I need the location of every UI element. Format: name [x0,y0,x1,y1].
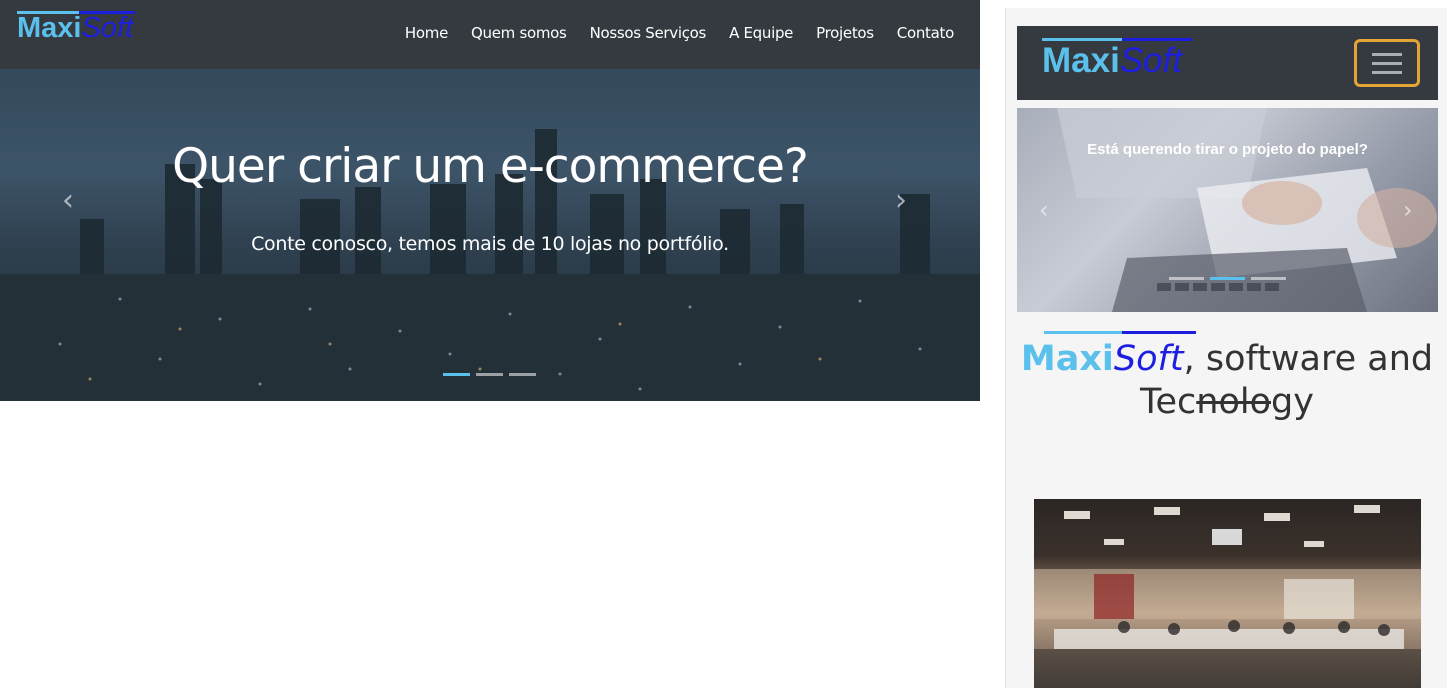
nav-menu: Home Quem somos Nossos Serviços A Equipe… [405,24,954,42]
carousel-indicator-1[interactable] [1169,277,1204,280]
tagline-rest-line2c: gy [1271,382,1314,422]
navbar: Maxi Soft Home Quem somos Nossos Serviço… [0,0,980,69]
nav-link-servicos[interactable]: Nossos Serviços [590,24,707,42]
hamburger-line [1372,61,1402,65]
tagline-rest-line2b: nolo [1196,382,1271,422]
brand-logo[interactable]: Maxi Soft [17,11,135,45]
nav-link-contato[interactable]: Contato [897,24,955,42]
mobile-carousel-prev-icon[interactable]: ‹ [1039,196,1049,224]
logo-soft-text: Soft [1119,41,1183,80]
carousel-indicator-2[interactable] [476,373,503,376]
logo-maxi-text: Maxi [1042,41,1120,80]
carousel-indicators [443,373,536,376]
hamburger-line [1372,70,1402,74]
mobile-hero-carousel: Está querendo tirar o projeto do papel? … [1017,108,1438,312]
carousel-indicator-3[interactable] [509,373,536,376]
nav-link-equipe[interactable]: A Equipe [729,24,793,42]
logo-soft-text: Soft [81,12,134,44]
mobile-brand-logo[interactable]: Maxi Soft [1042,38,1192,81]
office-photo [1034,499,1421,688]
tagline-bar-cyan [1044,331,1122,334]
carousel-prev-icon[interactable]: ‹ [62,183,74,218]
carousel-next-icon[interactable]: › [895,183,907,218]
nav-link-home[interactable]: Home [405,24,448,42]
hero-subtitle: Conte conosco, temos mais de 10 lojas no… [251,233,729,255]
logo-bar-blue [79,11,135,14]
tagline-rest-line2a: Tec [1140,382,1197,422]
mobile-carousel-next-icon[interactable]: › [1403,196,1413,224]
hamburger-line [1372,52,1402,56]
mobile-hero-title: Está querendo tirar o projeto do papel? [1087,141,1368,158]
mobile-navbar: Maxi Soft [1017,26,1438,100]
company-tagline: MaxiSoft, software and Tecnology [1006,338,1447,424]
logo-bar-blue [1122,38,1192,41]
hero-title: Quer criar um e-commerce? [172,139,809,194]
tagline-bar-blue [1122,331,1196,334]
hamburger-menu-icon[interactable] [1354,39,1420,87]
office-illustration [1034,505,1421,688]
logo-maxi-text: Maxi [17,12,82,44]
carousel-indicator-1[interactable] [443,373,470,376]
tagline-maxi: Maxi [1020,339,1114,379]
hero-carousel: Quer criar um e-commerce? Conte conosco,… [0,69,980,401]
nav-link-projetos[interactable]: Projetos [816,24,874,42]
desktop-view: Maxi Soft Home Quem somos Nossos Serviço… [0,0,980,401]
mobile-view: Maxi Soft Está querendo tirar o projeto … [1005,8,1447,688]
tagline-rest-line1: , software and [1183,339,1434,379]
tagline-soft: Soft [1113,339,1184,379]
logo-bar-cyan [1042,38,1122,41]
laptop-desk-image [1057,108,1437,312]
mobile-carousel-indicators [1169,277,1286,280]
carousel-indicator-2[interactable] [1210,277,1245,280]
nav-link-quem-somos[interactable]: Quem somos [471,24,567,42]
logo-bar-cyan [17,11,79,14]
carousel-indicator-3[interactable] [1251,277,1286,280]
